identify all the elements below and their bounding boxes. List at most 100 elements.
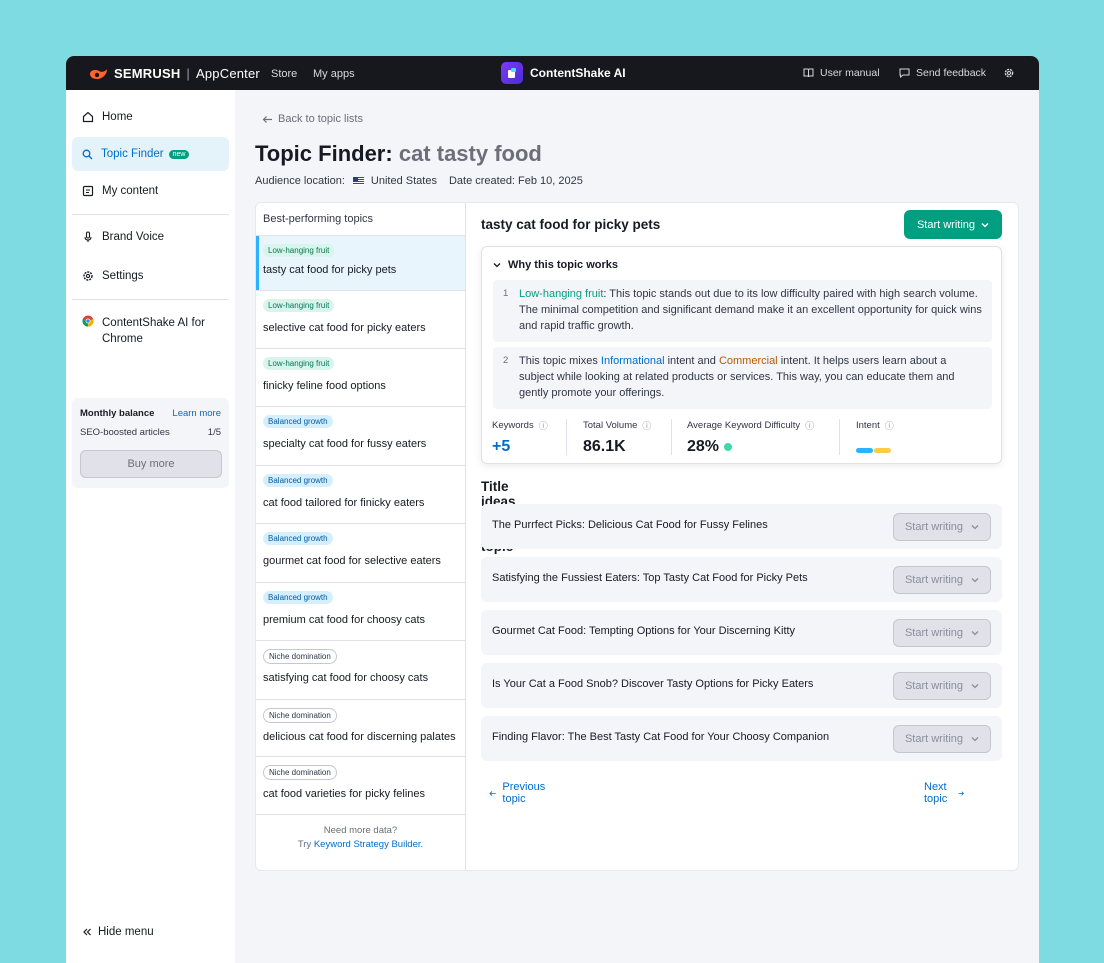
contentshake-app-icon — [501, 62, 523, 84]
title-idea-row: Gourmet Cat Food: Tempting Options for Y… — [481, 610, 1002, 655]
topic-item[interactable]: Niche domination delicious cat food for … — [256, 699, 465, 756]
page-title: Topic Finder: cat tasty food — [255, 141, 542, 167]
balance-title: Monthly balance — [80, 408, 155, 419]
seo-articles-count: 1/5 — [207, 427, 221, 438]
more-data-try: Try — [297, 839, 312, 850]
start-writing-button[interactable]: Start writing — [893, 513, 991, 541]
chevron-down-icon — [971, 525, 979, 530]
send-feedback-link[interactable]: Send feedback — [899, 67, 986, 79]
why-toggle[interactable]: Why this topic works — [493, 259, 618, 271]
sidebar-divider — [72, 299, 229, 300]
topic-label: cat food tailored for finicky eaters — [263, 497, 425, 509]
intent-informational-segment — [856, 448, 873, 453]
start-writing-button[interactable]: Start writing — [904, 210, 1002, 239]
audience-label: Audience location: — [255, 175, 345, 187]
previous-topic-button[interactable]: Previous topic — [489, 781, 549, 805]
title-idea-text: Satisfying the Fussiest Eaters: Top Tast… — [492, 572, 808, 584]
chrome-label-line1: ContentShake AI for — [102, 317, 205, 329]
more-data-hint: Need more data? Try Keyword Strategy Bui… — [256, 824, 465, 852]
topic-tag: Niche domination — [263, 765, 337, 780]
search-icon — [82, 149, 93, 159]
topic-item[interactable]: Balanced growth specialty cat food for f… — [256, 406, 465, 465]
stat-value[interactable]: +5 — [492, 438, 548, 456]
double-chevron-left-icon — [83, 928, 91, 936]
app-title: ContentShake AI — [501, 62, 626, 84]
document-icon — [82, 185, 94, 197]
topic-item[interactable]: Balanced growth gourmet cat food for sel… — [256, 523, 465, 582]
appcenter-label: AppCenter — [196, 66, 260, 81]
stat-intent: Intent ⓘ — [856, 419, 894, 453]
semrush-logo[interactable]: SEMRUSH | AppCenter — [88, 66, 260, 81]
settings-gear-button[interactable] — [1003, 67, 1015, 79]
topic-item[interactable]: Niche domination satisfying cat food for… — [256, 640, 465, 699]
next-topic-button[interactable]: Next topic — [924, 781, 964, 805]
topic-label: tasty cat food for picky pets — [263, 264, 397, 276]
top-bar: SEMRUSH | AppCenter Store My apps Conten… — [66, 56, 1039, 90]
informational-intent-link[interactable]: Informational — [601, 355, 665, 367]
more-data-line: Need more data? — [323, 825, 398, 836]
start-writing-button[interactable]: Start writing — [893, 566, 991, 594]
chevron-down-icon — [971, 684, 979, 689]
stat-keyword-difficulty: Average Keyword Difficulty ⓘ 28% — [687, 419, 814, 456]
topic-item[interactable]: Balanced growth premium cat food for cho… — [256, 582, 465, 640]
sidebar-item-topic-finder[interactable]: Topic Finder new — [72, 137, 229, 171]
title-idea-text: The Purrfect Picks: Delicious Cat Food f… — [492, 519, 768, 531]
title-idea-row: Finding Flavor: The Best Tasty Cat Food … — [481, 716, 1002, 761]
sidebar-item-brand-voice[interactable]: Brand Voice — [72, 220, 229, 254]
topic-item[interactable]: Low-hanging fruit selective cat food for… — [256, 290, 465, 348]
start-writing-button[interactable]: Start writing — [893, 672, 991, 700]
us-flag-icon — [352, 177, 364, 185]
topic-tag: Balanced growth — [263, 415, 333, 428]
start-writing-button[interactable]: Start writing — [893, 619, 991, 647]
topic-list: Best-performing topics Low-hanging fruit… — [256, 203, 466, 870]
topic-tag: Low-hanging fruit — [263, 299, 335, 312]
keyword-strategy-builder-link[interactable]: Keyword Strategy Builder. — [314, 839, 423, 850]
topic-stats: Keywords ⓘ +5 Total Volume ⓘ 86.1K Average… — [482, 419, 1003, 459]
page-title-prefix: Topic Finder: — [255, 141, 393, 166]
arrow-left-icon — [489, 790, 496, 796]
start-writing-label: Start writing — [904, 680, 964, 692]
difficulty-dot-icon — [724, 443, 733, 451]
topic-label: premium cat food for choosy cats — [263, 614, 426, 626]
info-icon[interactable]: ⓘ — [805, 419, 814, 432]
chevron-down-icon — [971, 737, 979, 742]
topic-tag: Balanced growth — [263, 591, 333, 604]
start-writing-button[interactable]: Start writing — [893, 725, 991, 753]
info-icon[interactable]: ⓘ — [642, 419, 651, 432]
sidebar-item-chrome-extension[interactable]: ContentShake AI for Chrome — [72, 309, 229, 353]
sidebar-item-home[interactable]: Home — [72, 100, 229, 134]
previous-topic-label: Previous topic — [502, 781, 546, 805]
intent-bar[interactable] — [856, 448, 894, 453]
topic-item[interactable]: Balanced growth cat food tailored for fi… — [256, 465, 465, 523]
sidebar-item-settings[interactable]: Settings — [72, 259, 229, 293]
microphone-icon — [84, 231, 92, 242]
chevron-down-icon — [981, 222, 989, 227]
chevron-down-icon — [493, 263, 501, 268]
start-writing-label: Start writing — [904, 574, 964, 586]
intent-commercial-segment — [874, 448, 891, 453]
commercial-intent-link[interactable]: Commercial — [719, 355, 778, 367]
topic-label: selective cat food for picky eaters — [263, 322, 426, 334]
topic-tag: Balanced growth — [263, 474, 333, 487]
user-manual-label: User manual — [820, 67, 880, 79]
report-meta: Audience location: United States Date cr… — [255, 175, 583, 187]
topic-item[interactable]: Niche domination cat food varieties for … — [256, 756, 465, 814]
sidebar-item-my-content[interactable]: My content — [72, 174, 229, 208]
info-icon[interactable]: ⓘ — [539, 419, 548, 432]
buy-more-button[interactable]: Buy more — [80, 450, 222, 478]
topic-item[interactable]: Low-hanging fruit tasty cat food for pic… — [256, 235, 465, 290]
reason-number: 2 — [503, 355, 509, 366]
book-icon — [803, 68, 814, 78]
user-manual-link[interactable]: User manual — [803, 67, 880, 79]
nav-store[interactable]: Store — [271, 68, 297, 80]
nav-my-apps[interactable]: My apps — [313, 68, 355, 80]
info-icon[interactable]: ⓘ — [885, 419, 894, 432]
low-hanging-fruit-link[interactable]: Low-hanging fruit — [519, 288, 603, 300]
hide-menu-button[interactable]: Hide menu — [82, 926, 154, 938]
title-idea-row: Satisfying the Fussiest Eaters: Top Tast… — [481, 557, 1002, 602]
back-to-topic-lists-link[interactable]: Back to topic lists — [262, 113, 363, 125]
logo-separator: | — [186, 66, 190, 81]
topic-item[interactable]: Low-hanging fruit finicky feline food op… — [256, 348, 465, 406]
home-icon — [82, 111, 94, 123]
learn-more-link[interactable]: Learn more — [172, 408, 221, 419]
